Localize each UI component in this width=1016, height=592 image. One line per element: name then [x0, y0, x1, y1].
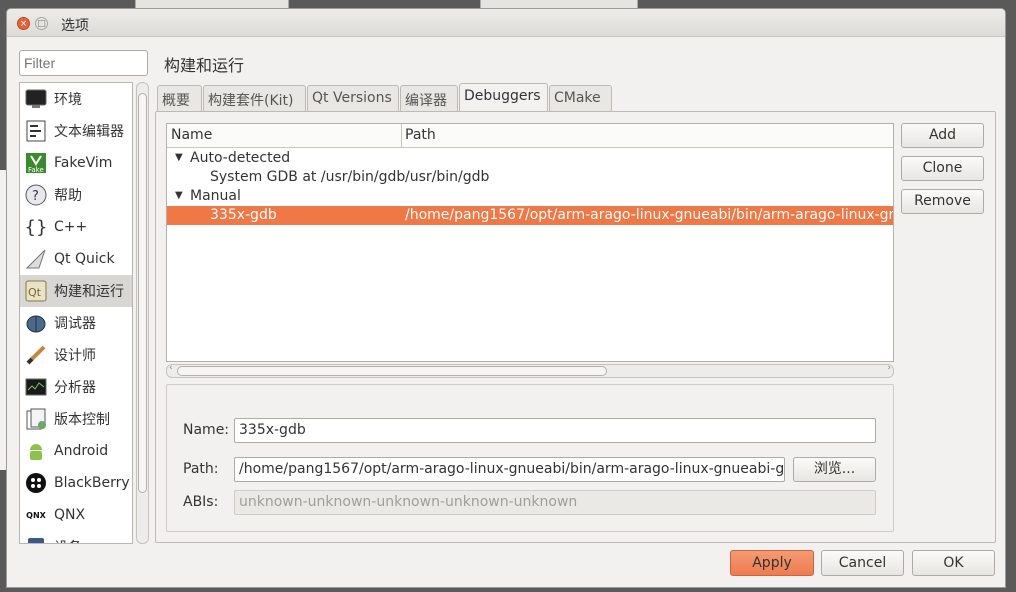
sidebar-scrollbar[interactable]	[136, 82, 149, 544]
sidebar-item-label: 设计师	[54, 348, 96, 364]
debugger-icon	[24, 311, 48, 335]
device-icon	[24, 535, 48, 543]
text-editor-icon	[24, 119, 48, 143]
sidebar-item-label: 环境	[54, 92, 82, 108]
tab-cmake[interactable]: CMake	[549, 85, 612, 111]
scroll-right-icon[interactable]: ›	[887, 363, 891, 373]
sidebar-item-device[interactable]: 设备	[20, 531, 132, 543]
scroll-left-icon[interactable]: ‹	[169, 363, 173, 373]
debugger-path: /home/pang1567/opt/arm-arago-linux-gnuea…	[405, 207, 893, 223]
path-field[interactable]: /home/pang1567/opt/arm-arago-linux-gnuea…	[234, 457, 785, 482]
tree-row-selected[interactable]: 335x-gdb /home/pang1567/opt/arm-arago-li…	[167, 206, 893, 225]
sidebar-item-label: Qt Quick	[54, 251, 115, 267]
debugger-name: System GDB at /usr/bin/gdb	[210, 169, 406, 185]
tree-group-auto-detected[interactable]: ▼ Auto-detected	[167, 149, 893, 168]
tab-debuggers[interactable]: Debuggers	[459, 83, 548, 112]
qnx-icon: QNX	[26, 510, 46, 520]
group-label: Manual	[190, 188, 241, 204]
scrollbar-thumb[interactable]	[177, 366, 607, 376]
debugger-tree: Name Path ▼ Auto-detected System GDB at …	[166, 123, 894, 362]
path-label: Path:	[183, 461, 219, 477]
cancel-button[interactable]: Cancel	[821, 550, 904, 576]
blackberry-icon	[24, 471, 48, 495]
sidebar-item-designer[interactable]: 设计师	[20, 339, 132, 371]
ok-button[interactable]: OK	[912, 550, 995, 576]
debugger-path: /usr/bin/gdb	[405, 169, 490, 185]
sidebar-item-help[interactable]: ? 帮助	[20, 179, 132, 211]
name-field[interactable]: 335x-gdb	[234, 418, 876, 443]
sidebar-item-analyzer[interactable]: 分析器	[20, 371, 132, 403]
page-title: 构建和运行	[164, 56, 245, 75]
browse-button[interactable]: 浏览...	[793, 457, 876, 482]
tab-compilers[interactable]: 编译器	[400, 85, 458, 111]
version-control-icon	[24, 407, 48, 431]
sidebar-item-label: 调试器	[54, 316, 96, 332]
remove-button[interactable]: Remove	[901, 189, 984, 214]
sidebar-item-label: 版本控制	[54, 412, 110, 428]
filter-input[interactable]	[19, 50, 148, 76]
sidebar-item-label: BlackBerry	[54, 475, 130, 491]
fakevim-icon: Fake	[24, 151, 48, 175]
tab-qt-versions[interactable]: Qt Versions	[307, 85, 399, 111]
qt-quick-icon	[24, 247, 48, 271]
sidebar-item-label: FakeVim	[54, 155, 113, 171]
analyzer-icon	[24, 375, 48, 399]
sidebar-item-label: 构建和运行	[54, 284, 124, 300]
column-name[interactable]: Name	[171, 127, 212, 143]
monitor-icon	[24, 87, 48, 111]
add-button[interactable]: Add	[901, 123, 984, 148]
clone-button[interactable]: Clone	[901, 156, 984, 181]
tree-group-manual[interactable]: ▼ Manual	[167, 187, 893, 206]
tree-row[interactable]: System GDB at /usr/bin/gdb /usr/bin/gdb	[167, 168, 893, 187]
sidebar-item-android[interactable]: Android	[20, 435, 132, 467]
sidebar-item-environment[interactable]: 环境	[20, 83, 132, 115]
sidebar-item-fakevim[interactable]: Fake FakeVim	[20, 147, 132, 179]
sidebar-item-label: QNX	[54, 507, 86, 523]
expand-arrow-icon[interactable]: ▼	[175, 152, 183, 163]
help-icon: ?	[24, 183, 48, 207]
build-run-icon: Qt	[24, 279, 48, 303]
sidebar-item-cpp[interactable]: {} C++	[20, 211, 132, 243]
debugger-name: 335x-gdb	[210, 207, 277, 223]
maximize-icon[interactable]: □	[35, 17, 48, 30]
sidebar-item-label: 设备	[54, 537, 82, 543]
sidebar-item-text-editor[interactable]: 文本编辑器	[20, 115, 132, 147]
sidebar-item-blackberry[interactable]: BlackBerry	[20, 467, 132, 499]
tab-overview[interactable]: 概要	[157, 85, 202, 111]
abis-label: ABIs:	[183, 494, 219, 510]
sidebar: 环境 文本编辑器 Fake FakeVim ? 帮助 {} C++ Qt Qui…	[19, 82, 133, 544]
sidebar-item-label: 分析器	[54, 380, 96, 396]
sidebar-item-label: 帮助	[54, 188, 82, 204]
sidebar-item-qt-quick[interactable]: Qt Quick	[20, 243, 132, 275]
abis-field: unknown-unknown-unknown-unknown-unknown	[234, 490, 876, 515]
expand-arrow-icon[interactable]: ▼	[175, 190, 183, 201]
sidebar-item-version-control[interactable]: 版本控制	[20, 403, 132, 435]
designer-icon	[24, 343, 48, 367]
close-icon[interactable]: ×	[17, 17, 30, 30]
android-icon	[24, 439, 48, 463]
options-dialog: × □ 选项 环境 文本编辑器 Fake FakeVim ? 帮助 {} C++…	[6, 8, 1006, 588]
braces-icon: {}	[24, 216, 48, 238]
titlebar: × □ 选项	[7, 9, 1005, 37]
column-path[interactable]: Path	[405, 127, 436, 143]
svg-text:Fake: Fake	[28, 166, 44, 174]
sidebar-item-label: 文本编辑器	[54, 124, 124, 140]
apply-button[interactable]: Apply	[730, 550, 814, 576]
sidebar-item-build-run[interactable]: Qt 构建和运行	[20, 275, 132, 307]
column-divider[interactable]	[401, 124, 402, 147]
sidebar-item-debugger[interactable]: 调试器	[20, 307, 132, 339]
sidebar-item-qnx[interactable]: QNX QNX	[20, 499, 132, 531]
scrollbar-thumb[interactable]	[138, 93, 147, 493]
tree-horizontal-scrollbar[interactable]: ‹ ›	[166, 363, 894, 378]
name-label: Name:	[183, 422, 230, 438]
sidebar-item-label: Android	[54, 443, 109, 459]
svg-text:?: ?	[32, 189, 39, 204]
svg-text:Qt: Qt	[28, 286, 42, 299]
window-title: 选项	[61, 18, 89, 34]
tab-kits[interactable]: 构建套件(Kit)	[203, 85, 306, 111]
sidebar-item-label: C++	[54, 219, 88, 235]
group-label: Auto-detected	[190, 150, 291, 166]
tree-header: Name Path	[167, 124, 893, 148]
